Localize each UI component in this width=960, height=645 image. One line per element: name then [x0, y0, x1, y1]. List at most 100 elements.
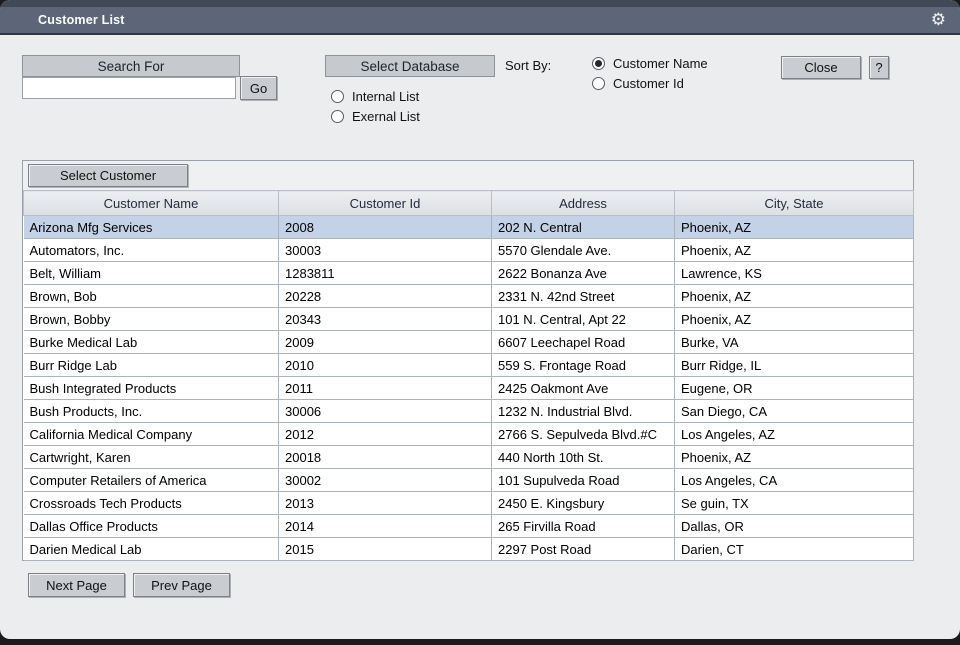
- table-cell[interactable]: 2013: [278, 491, 492, 515]
- table-cell[interactable]: Arizona Mfg Services: [23, 215, 279, 239]
- table-cell[interactable]: 2012: [278, 422, 492, 446]
- table-cell[interactable]: 2009: [278, 330, 492, 354]
- table-cell[interactable]: 20343: [278, 307, 492, 331]
- table-row[interactable]: Darien Medical Lab 2015 2297 Post Road Dari…: [23, 537, 914, 561]
- table-cell[interactable]: 2008: [278, 215, 492, 239]
- table-cell[interactable]: Burke Medical Lab: [23, 330, 279, 354]
- select-customer-button[interactable]: Select Customer: [28, 164, 188, 187]
- table-cell[interactable]: 2011: [278, 376, 492, 400]
- table-row[interactable]: Crossroads Tech Products 2013 2450 E. King…: [23, 491, 914, 515]
- table-row[interactable]: Burr Ridge Lab 2010 559 S. Frontage Road Bu…: [23, 353, 914, 377]
- search-input[interactable]: [22, 77, 236, 99]
- table-cell[interactable]: Crossroads Tech Products: [23, 491, 279, 515]
- table-cell[interactable]: Darien Medical Lab: [23, 537, 279, 561]
- help-button[interactable]: ?: [869, 56, 889, 79]
- table-cell[interactable]: 2425 Oakmont Ave: [491, 376, 675, 400]
- table-cell[interactable]: Burr Ridge Lab: [23, 353, 279, 377]
- gear-icon[interactable]: ⚙: [931, 9, 946, 31]
- sort-option-customer-id[interactable]: Customer Id: [592, 73, 708, 93]
- table-cell[interactable]: 1232 N. Industrial Blvd.: [491, 399, 675, 423]
- table-cell[interactable]: Automators, Inc.: [23, 238, 279, 262]
- table-cell[interactable]: 1283811: [278, 261, 492, 285]
- table-row[interactable]: Cartwright, Karen 20018 440 North 10th St.…: [23, 445, 914, 469]
- table-cell[interactable]: Cartwright, Karen: [23, 445, 279, 469]
- table-cell[interactable]: 20018: [278, 445, 492, 469]
- table-cell[interactable]: Dallas, OR: [674, 514, 914, 538]
- table-row[interactable]: Dallas Office Products 2014 265 Firvilla R…: [23, 514, 914, 538]
- table-cell[interactable]: 5570 Glendale Ave.: [491, 238, 675, 262]
- table-cell[interactable]: 6607 Leechapel Road: [491, 330, 675, 354]
- table-cell[interactable]: Belt, William: [23, 261, 279, 285]
- table-cell[interactable]: 440 North 10th St.: [491, 445, 675, 469]
- table-toolbar: Select Customer: [23, 161, 913, 190]
- table-cell[interactable]: Burke, VA: [674, 330, 914, 354]
- table-cell[interactable]: 2014: [278, 514, 492, 538]
- table-cell[interactable]: 2450 E. Kingsbury: [491, 491, 675, 515]
- window-title: Customer List: [38, 13, 125, 27]
- table-cell[interactable]: 101 N. Central, Apt 22: [491, 307, 675, 331]
- table-cell[interactable]: Phoenix, AZ: [674, 215, 914, 239]
- table-row[interactable]: Brown, Bob 20228 2331 N. 42nd Street Phoeni…: [23, 284, 914, 308]
- table-cell[interactable]: 30006: [278, 399, 492, 423]
- table-cell[interactable]: Burr Ridge, IL: [674, 353, 914, 377]
- radio-icon: [592, 76, 605, 90]
- table-cell[interactable]: Se guin, TX: [674, 491, 914, 515]
- table-cell[interactable]: 2622 Bonanza Ave: [491, 261, 675, 285]
- table-cell[interactable]: 265 Firvilla Road: [491, 514, 675, 538]
- table-cell[interactable]: 2010: [278, 353, 492, 377]
- table-cell[interactable]: San Diego, CA: [674, 399, 914, 423]
- column-header[interactable]: Customer Name: [23, 190, 279, 216]
- table-cell[interactable]: 30003: [278, 238, 492, 262]
- table-cell[interactable]: Phoenix, AZ: [674, 284, 914, 308]
- database-option-exernal-list[interactable]: Exernal List: [331, 106, 420, 126]
- table-cell[interactable]: 101 Supulveda Road: [491, 468, 675, 492]
- table-cell[interactable]: Eugene, OR: [674, 376, 914, 400]
- table-row[interactable]: Bush Products, Inc. 30006 1232 N. Industri…: [23, 399, 914, 423]
- table-cell[interactable]: California Medical Company: [23, 422, 279, 446]
- table-cell[interactable]: 202 N. Central: [491, 215, 675, 239]
- table-row[interactable]: Bush Integrated Products 2011 2425 Oakmont…: [23, 376, 914, 400]
- sort-radio-group: Customer Name Customer Id: [592, 53, 708, 93]
- table-cell[interactable]: 2015: [278, 537, 492, 561]
- table-cell[interactable]: 2766 S. Sepulveda Blvd.#C: [491, 422, 675, 446]
- sort-option-customer-name[interactable]: Customer Name: [592, 53, 708, 73]
- search-for-header: Search For: [22, 55, 240, 77]
- table-row[interactable]: Automators, Inc. 30003 5570 Glendale Ave. P…: [23, 238, 914, 262]
- table-header-row: Customer Name Customer Id Address City, Sta…: [23, 190, 914, 216]
- database-option-internal-list[interactable]: Internal List: [331, 86, 420, 106]
- select-database-button[interactable]: Select Database: [325, 55, 495, 77]
- table-cell[interactable]: Computer Retailers of America: [23, 468, 279, 492]
- table-cell[interactable]: Darien, CT: [674, 537, 914, 561]
- table-cell[interactable]: Dallas Office Products: [23, 514, 279, 538]
- table-cell[interactable]: Phoenix, AZ: [674, 445, 914, 469]
- table-cell[interactable]: Brown, Bob: [23, 284, 279, 308]
- table-cell[interactable]: Phoenix, AZ: [674, 307, 914, 331]
- select-customer-label: Select Customer: [59, 168, 157, 183]
- table-cell[interactable]: Brown, Bobby: [23, 307, 279, 331]
- table-cell[interactable]: Los Angeles, CA: [674, 468, 914, 492]
- table-row[interactable]: Arizona Mfg Services 2008 202 N. Central Ph…: [23, 215, 914, 239]
- table-cell[interactable]: 30002: [278, 468, 492, 492]
- close-button[interactable]: Close: [781, 56, 861, 79]
- table-row[interactable]: California Medical Company 2012 2766 S. Se…: [23, 422, 914, 446]
- table-cell[interactable]: 2331 N. 42nd Street: [491, 284, 675, 308]
- table-cell[interactable]: 2297 Post Road: [491, 537, 675, 561]
- table-cell[interactable]: Bush Integrated Products: [23, 376, 279, 400]
- table-row[interactable]: Brown, Bobby 20343 101 N. Central, Apt 22 P…: [23, 307, 914, 331]
- column-header[interactable]: Customer Id: [278, 190, 492, 216]
- table-cell[interactable]: 20228: [278, 284, 492, 308]
- go-button[interactable]: Go: [240, 76, 277, 100]
- table-row[interactable]: Burke Medical Lab 2009 6607 Leechapel Road…: [23, 330, 914, 354]
- column-header[interactable]: City, State: [674, 190, 914, 216]
- table-cell[interactable]: Lawrence, KS: [674, 261, 914, 285]
- column-header[interactable]: Address: [491, 190, 675, 216]
- table-cell[interactable]: Los Angeles, AZ: [674, 422, 914, 446]
- table-cell[interactable]: 559 S. Frontage Road: [491, 353, 675, 377]
- prev-page-button[interactable]: Prev Page: [133, 573, 230, 597]
- table-cell[interactable]: Phoenix, AZ: [674, 238, 914, 262]
- table-cell[interactable]: Bush Products, Inc.: [23, 399, 279, 423]
- titlebar[interactable]: Customer List ⚙: [0, 7, 960, 35]
- next-page-button[interactable]: Next Page: [28, 573, 125, 597]
- table-row[interactable]: Computer Retailers of America 30002 101 Su…: [23, 468, 914, 492]
- table-row[interactable]: Belt, William 1283811 2622 Bonanza Ave Lawr…: [23, 261, 914, 285]
